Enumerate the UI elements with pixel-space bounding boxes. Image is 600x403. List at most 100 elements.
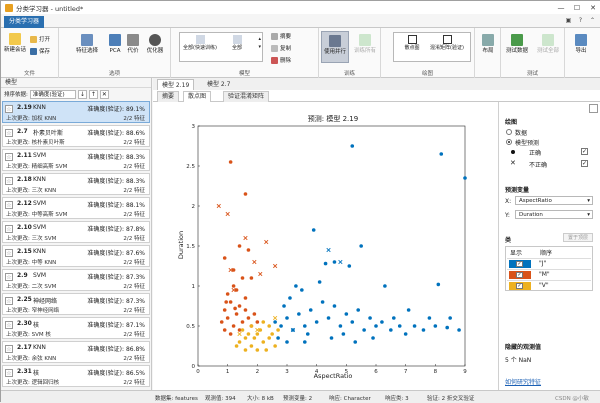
maximize-button[interactable]: ☐ bbox=[569, 1, 585, 14]
model-list-item[interactable]: ☆ 2.31 核 准确度(验证): 86.5% 上次更改: 逻辑回归核 2/2 特征 bbox=[2, 365, 150, 387]
predictors-title: 预测变量 bbox=[505, 187, 530, 194]
delete-model-icon[interactable]: ✕ bbox=[99, 89, 109, 99]
new-session-icon bbox=[9, 33, 21, 45]
favorite-star-icon[interactable]: ☆ bbox=[5, 369, 13, 377]
data-point bbox=[356, 308, 360, 312]
correct-checkbox[interactable]: ✓ bbox=[581, 148, 588, 155]
test-data-button[interactable]: 测试数据 bbox=[504, 34, 530, 54]
model-list-item[interactable]: ☆ 2.30 核 准确度(验证): 87.1% 上次更改: SVM 核 2/2 特征 bbox=[2, 317, 150, 339]
status-predictors: 预测变量: 2 bbox=[283, 396, 313, 402]
model-type: SVM bbox=[33, 224, 47, 231]
model-list-item[interactable]: ☆ 2.12 SVM 准确度(验证): 88.1% 上次更改: 中等高斯 SVM 2/2 … bbox=[2, 197, 150, 219]
gallery-item-all[interactable]: 全部 bbox=[222, 35, 252, 59]
model-list-item[interactable]: ☆ 2.17 KNN 准确度(验证): 86.8% 上次更改: 余弦 KNN 2/2 特征 bbox=[2, 341, 150, 363]
data-point bbox=[427, 316, 432, 320]
tab-validation-confusion[interactable]: 验证混淆矩阵 bbox=[223, 91, 270, 102]
class-show-checkbox[interactable]: ✓ bbox=[516, 283, 523, 289]
sort-desc-icon[interactable]: ↓ bbox=[77, 89, 87, 99]
gallery-item-scatter[interactable]: 散点图 bbox=[397, 35, 427, 59]
plot-gallery[interactable]: 散点图 混淆矩阵(验证) bbox=[393, 32, 471, 62]
class-show-checkbox[interactable]: ✓ bbox=[516, 261, 523, 267]
gallery-scroll-icon[interactable]: ▴ ▾ bbox=[258, 35, 261, 51]
layout-button[interactable]: 布局 bbox=[479, 34, 497, 54]
cost-button[interactable]: 代价 bbox=[125, 34, 141, 54]
sort-row: 排序依据: 准确度(验证) ↓ ↑ ✕ bbox=[1, 88, 152, 100]
favorite-star-icon[interactable]: ☆ bbox=[5, 297, 13, 305]
pca-button[interactable]: PCA bbox=[107, 34, 123, 54]
test-all-button[interactable]: 测试全部 bbox=[534, 34, 562, 54]
model-list-item[interactable]: ☆ 2.18 KNN 准确度(验证): 88.3% 上次更改: 三次 KNN 2/2 特征 bbox=[2, 173, 150, 195]
tab-scatter[interactable]: 散点图 bbox=[183, 91, 212, 102]
incorrect-checkbox[interactable]: ✓ bbox=[581, 160, 588, 167]
panel-toggle-icon[interactable] bbox=[589, 104, 598, 113]
minimize-button[interactable]: — bbox=[553, 1, 569, 14]
data-point bbox=[433, 324, 438, 328]
model-list-item[interactable]: ☆ 2.25 神经网络 准确度(验证): 87.3% 上次更改: 窄神经网络 2/2 特征 bbox=[2, 293, 150, 315]
data-point bbox=[341, 332, 346, 336]
save-icon[interactable]: ▣ bbox=[564, 16, 573, 25]
duplicate-button[interactable]: 复制 bbox=[271, 44, 291, 52]
app-tab[interactable]: 分类学习器 bbox=[4, 16, 45, 28]
sort-asc-icon[interactable]: ↑ bbox=[88, 89, 98, 99]
favorite-star-icon[interactable]: ☆ bbox=[5, 201, 13, 209]
model-list-item[interactable]: ☆ 2.19 KNN 准确度(验证): 89.1% 上次更改: 加权 KNN 2/2 特征 bbox=[2, 101, 150, 123]
help-link[interactable]: 如何研究特征 bbox=[505, 377, 541, 386]
data-point bbox=[362, 328, 366, 332]
favorite-star-icon[interactable]: ☆ bbox=[5, 273, 13, 281]
model-last-change: 上次更改: 三次 KNN bbox=[6, 188, 57, 194]
summary-button[interactable]: 摘要 bbox=[271, 32, 291, 40]
favorite-star-icon[interactable]: ☆ bbox=[5, 129, 13, 137]
help-icon[interactable]: ? bbox=[576, 16, 585, 25]
predictions-radio[interactable] bbox=[506, 139, 512, 145]
class-row[interactable]: ✓ "M" bbox=[507, 269, 591, 279]
x-tick-label: 6 bbox=[374, 369, 378, 375]
class-row[interactable]: ✓ "J" bbox=[507, 258, 591, 268]
favorite-star-icon[interactable]: ☆ bbox=[5, 225, 13, 233]
save-button[interactable]: 保存 bbox=[30, 47, 50, 55]
model-accuracy: 准确度(验证): 88.3% bbox=[87, 154, 145, 161]
data-point bbox=[371, 336, 375, 340]
favorite-star-icon[interactable]: ☆ bbox=[5, 345, 13, 353]
x-predictor-select[interactable]: AspectRatio bbox=[515, 196, 593, 205]
favorite-star-icon[interactable]: ☆ bbox=[5, 105, 13, 113]
expand-icon[interactable]: ⌃ bbox=[588, 16, 597, 25]
train-all-button[interactable]: 训练所有 bbox=[352, 34, 378, 54]
favorite-star-icon[interactable]: ☆ bbox=[5, 249, 13, 257]
class-show-checkbox[interactable]: ✓ bbox=[516, 272, 523, 278]
optimizer-button[interactable]: 优化器 bbox=[143, 34, 167, 54]
model-icon bbox=[195, 35, 205, 44]
model-list-item[interactable]: ☆ 2.15 KNN 准确度(验证): 87.6% 上次更改: 中等 KNN 2/2 特征 bbox=[2, 245, 150, 267]
feature-selection-button[interactable]: 特征选择 bbox=[75, 34, 99, 54]
tab-model-2-19[interactable]: 模型 2.19 bbox=[157, 79, 195, 90]
y-predictor-select[interactable]: Duration bbox=[515, 210, 593, 219]
gallery-item-confusion[interactable]: 混淆矩阵(验证) bbox=[430, 35, 464, 59]
model-accuracy: 准确度(验证): 86.8% bbox=[87, 346, 145, 353]
open-button[interactable]: 打开 bbox=[30, 35, 50, 43]
model-icon bbox=[232, 35, 242, 44]
favorite-star-icon[interactable]: ☆ bbox=[5, 177, 13, 185]
model-type: KNN bbox=[33, 176, 46, 183]
model-id: 2.17 bbox=[17, 344, 32, 351]
close-button[interactable]: ✕ bbox=[585, 1, 600, 14]
tab-model-2-7[interactable]: 模型 2.7 bbox=[203, 79, 234, 90]
move-to-top-button[interactable]: 置于顶层 bbox=[563, 233, 593, 242]
classes-table: 显示 顺序 ✓ "J" ✓ "M" ✓ "V" bbox=[505, 246, 593, 291]
new-session-button[interactable]: 新建会话 bbox=[4, 33, 26, 53]
data-radio[interactable] bbox=[506, 129, 512, 135]
model-list-item[interactable]: ☆ 2.9 SVM 准确度(验证): 87.3% 上次更改: 二次 SVM 2/2 特征 bbox=[2, 269, 150, 291]
model-gallery[interactable]: 全部(快速训练) 全部 ▴ ▾ bbox=[179, 32, 263, 62]
model-list-item[interactable]: ☆ 2.11 SVM 准确度(验证): 88.3% 上次更改: 精细高斯 SVM 2/2 … bbox=[2, 149, 150, 171]
model-list-item[interactable]: ☆ 2.10 SVM 准确度(验证): 87.8% 上次更改: 三次 SVM 2/2 特征 bbox=[2, 221, 150, 243]
class-row[interactable]: ✓ "V" bbox=[507, 280, 591, 290]
sort-dropdown[interactable]: 准确度(验证) bbox=[29, 89, 76, 99]
model-list-item[interactable]: ☆ 2.7 朴素贝叶斯 准确度(验证): 88.6% 上次更改: 核朴素贝叶斯 2/2 特… bbox=[2, 125, 150, 147]
favorite-star-icon[interactable]: ☆ bbox=[5, 321, 13, 329]
use-parallel-button[interactable]: 使用并行 bbox=[321, 31, 349, 63]
export-button[interactable]: 导出 bbox=[569, 34, 593, 54]
delete-button[interactable]: 删除 bbox=[271, 56, 291, 64]
model-list: ☆ 2.19 KNN 准确度(验证): 89.1% 上次更改: 加权 KNN 2/2 特征… bbox=[2, 101, 150, 390]
tab-summary[interactable]: 摘要 bbox=[157, 91, 180, 102]
favorite-star-icon[interactable]: ☆ bbox=[5, 153, 13, 161]
scatter-chart[interactable]: 预测: 模型 2.19 AspectRatio Duration 0123456… bbox=[153, 102, 498, 390]
gallery-item-all-quick[interactable]: 全部(快速训练) bbox=[183, 35, 217, 59]
